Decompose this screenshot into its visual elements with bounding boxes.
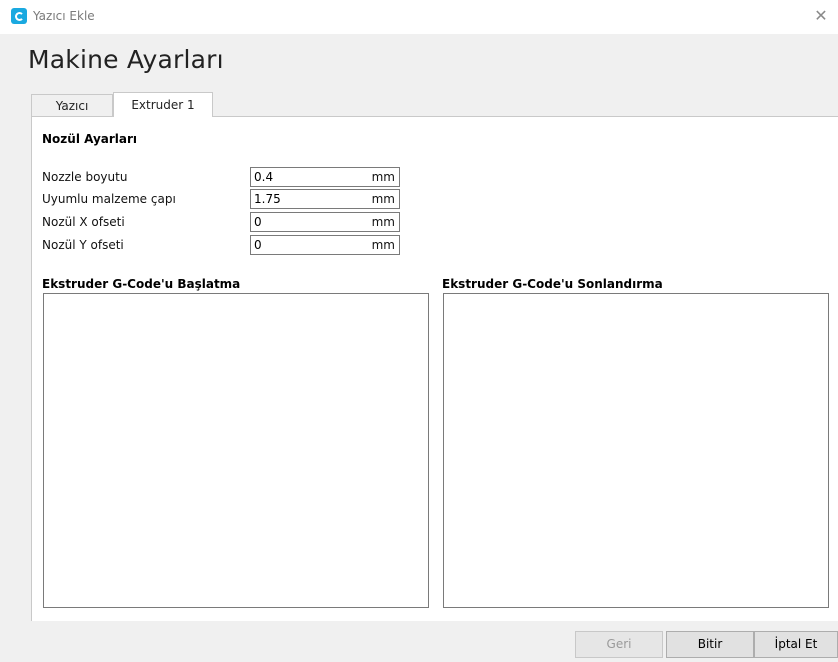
extruder-settings-panel: Nozül Ayarları Nozzle boyutu 0.4 mm Uyum…: [31, 116, 838, 621]
end-gcode-title: Ekstruder G-Code'u Sonlandırma: [442, 277, 663, 291]
nozzle-y-offset-input[interactable]: 0 mm: [250, 235, 400, 255]
nozzle-y-offset-label: Nozül Y ofseti: [42, 238, 124, 252]
material-diameter-unit: mm: [371, 192, 395, 206]
window-title: Yazıcı Ekle: [33, 9, 95, 23]
nozzle-x-offset-value: 0: [254, 215, 262, 229]
material-diameter-value: 1.75: [254, 192, 281, 206]
material-diameter-input[interactable]: 1.75 mm: [250, 189, 400, 209]
title-bar: Yazıcı Ekle ✕: [0, 0, 838, 34]
nozzle-size-unit: mm: [371, 170, 395, 184]
nozzle-y-offset-value: 0: [254, 238, 262, 252]
page-title: Makine Ayarları: [28, 45, 224, 74]
cancel-button[interactable]: İptal Et: [754, 631, 838, 658]
nozzle-y-offset-unit: mm: [371, 238, 395, 252]
nozzle-size-value: 0.4: [254, 170, 274, 184]
footer-bar: Geri Bitir İptal Et: [0, 628, 838, 662]
nozzle-x-offset-unit: mm: [371, 215, 395, 229]
nozzle-size-label: Nozzle boyutu: [42, 170, 128, 184]
dialog-content: Makine Ayarları Yazıcı Extruder 1 Nozül …: [0, 34, 838, 628]
start-gcode-title: Ekstruder G-Code'u Başlatma: [42, 277, 241, 291]
tab-printer[interactable]: Yazıcı: [31, 94, 113, 116]
nozzle-size-input[interactable]: 0.4 mm: [250, 167, 400, 187]
finish-button[interactable]: Bitir: [666, 631, 754, 658]
back-button[interactable]: Geri: [575, 631, 663, 658]
start-gcode-textarea[interactable]: [43, 293, 429, 608]
material-diameter-label: Uyumlu malzeme çapı: [42, 192, 176, 206]
end-gcode-textarea[interactable]: [443, 293, 829, 608]
tab-extruder-1[interactable]: Extruder 1: [113, 92, 213, 117]
nozzle-x-offset-input[interactable]: 0 mm: [250, 212, 400, 232]
nozzle-settings-title: Nozül Ayarları: [42, 132, 138, 146]
nozzle-x-offset-label: Nozül X ofseti: [42, 215, 125, 229]
cura-logo-icon: [11, 8, 27, 24]
close-button[interactable]: ✕: [804, 0, 838, 34]
